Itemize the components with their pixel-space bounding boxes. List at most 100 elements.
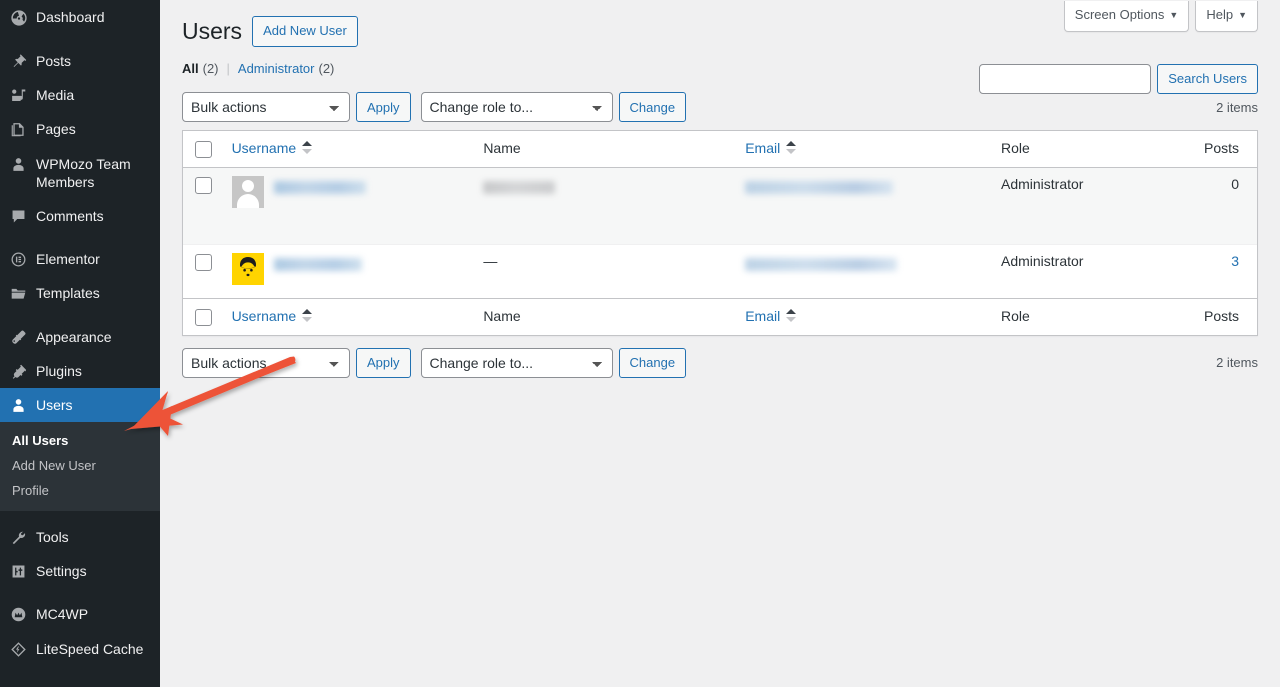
search-users-button[interactable]: Search Users bbox=[1157, 64, 1258, 94]
column-header-name: Name bbox=[473, 131, 736, 168]
submenu-item-label: All Users bbox=[12, 433, 69, 449]
tablenav-bottom: Bulk actionsDelete Apply Change role to.… bbox=[182, 347, 1258, 378]
sidebar-item-label: Elementor bbox=[36, 251, 100, 268]
submenu-item-all-users[interactable]: All Users bbox=[0, 428, 160, 453]
sidebar-separator bbox=[0, 311, 160, 320]
sidebar-item-posts[interactable]: Posts bbox=[0, 44, 160, 78]
help-button[interactable]: Help ▼ bbox=[1195, 1, 1258, 32]
row-name-cell: — bbox=[473, 245, 735, 298]
sidebar-item-label: Tools bbox=[36, 529, 69, 546]
main-content: Screen Options ▼ Help ▼ Users Add New User… bbox=[160, 0, 1280, 687]
sort-email-link-footer[interactable]: Email bbox=[745, 307, 797, 324]
sidebar-item-settings[interactable]: Settings bbox=[0, 554, 160, 588]
sidebar-item-users[interactable]: Users bbox=[0, 387, 160, 423]
sidebar-item-elementor[interactable]: Elementor bbox=[0, 242, 160, 276]
bulk-actions-group-top: Bulk actionsDelete Apply bbox=[182, 92, 411, 123]
chevron-down-icon: ▼ bbox=[1169, 10, 1179, 20]
bulk-actions-select-top[interactable]: Bulk actionsDelete bbox=[182, 92, 350, 123]
select-all-checkbox-footer[interactable] bbox=[195, 308, 212, 326]
change-role-group-bottom: Change role to...AdministratorEditorAuth… bbox=[420, 347, 687, 378]
filter-administrator: Administrator (2) bbox=[238, 61, 334, 76]
column-label-role: Role bbox=[1001, 140, 1030, 157]
filter-divider: | bbox=[226, 61, 230, 77]
bulk-actions-group-bottom: Bulk actionsDelete Apply bbox=[182, 347, 411, 378]
change-role-select-bottom[interactable]: Change role to...AdministratorEditorAuth… bbox=[420, 347, 613, 378]
sort-email-link[interactable]: Email bbox=[745, 140, 797, 156]
name-dash: — bbox=[483, 252, 498, 269]
column-label-email: Email bbox=[745, 307, 781, 324]
plug-icon bbox=[10, 362, 36, 380]
dashboard-icon bbox=[10, 8, 36, 27]
pages-icon bbox=[10, 120, 36, 138]
submenu-item-add-new-user[interactable]: Add New User bbox=[0, 453, 160, 478]
change-button-top[interactable]: Change bbox=[618, 92, 687, 123]
sidebar-separator bbox=[0, 35, 160, 44]
litespeed-icon bbox=[10, 640, 36, 658]
brush-icon bbox=[10, 328, 36, 346]
comment-icon bbox=[10, 207, 36, 225]
submenu-item-profile[interactable]: Profile bbox=[0, 478, 160, 503]
sidebar-item-plugins[interactable]: Plugins bbox=[0, 354, 160, 388]
apply-button-top[interactable]: Apply bbox=[356, 92, 411, 123]
column-footer-role: Role bbox=[991, 297, 1174, 335]
sidebar-item-label: Posts bbox=[36, 53, 72, 69]
pin-icon bbox=[10, 52, 36, 70]
column-footer-posts: Posts bbox=[1173, 297, 1257, 335]
column-footer-email: Email bbox=[735, 297, 991, 335]
sidebar-item-label: Settings bbox=[36, 563, 87, 580]
username-redacted[interactable] bbox=[273, 180, 366, 194]
row-checkbox[interactable] bbox=[195, 176, 212, 194]
sidebar-item-label: Comments bbox=[36, 207, 104, 224]
wrench-icon bbox=[10, 528, 36, 546]
admin-sidebar: Dashboard Posts Media Pages WPMozo Team … bbox=[0, 0, 160, 687]
sort-indicator-icon bbox=[302, 140, 313, 156]
sidebar-item-appearance[interactable]: Appearance bbox=[0, 320, 160, 354]
row-select-cell bbox=[183, 245, 222, 298]
column-label-role: Role bbox=[1001, 307, 1030, 324]
bulk-actions-select-bottom[interactable]: Bulk actionsDelete bbox=[182, 347, 350, 378]
posts-count-link[interactable]: 3 bbox=[1231, 253, 1239, 269]
sidebar-item-comments[interactable]: Comments bbox=[0, 199, 160, 233]
sidebar-item-label: Users bbox=[36, 396, 73, 413]
sort-username-link[interactable]: Username bbox=[232, 140, 313, 156]
change-button-bottom[interactable]: Change bbox=[618, 347, 687, 378]
screen-options-button[interactable]: Screen Options ▼ bbox=[1063, 1, 1190, 32]
sidebar-item-label: WPMozo Team Members bbox=[36, 155, 131, 190]
filter-administrator-link[interactable]: Administrator bbox=[238, 61, 315, 76]
change-role-select-top[interactable]: Change role to...AdministratorEditorAuth… bbox=[420, 92, 613, 123]
column-label-username: Username bbox=[231, 307, 297, 324]
sidebar-item-pages[interactable]: Pages bbox=[0, 112, 160, 146]
select-all-footer-header bbox=[183, 297, 222, 335]
elementor-icon bbox=[10, 250, 36, 268]
email-redacted[interactable] bbox=[745, 180, 894, 194]
users-table: Username Name Email Role Posts Administr… bbox=[182, 130, 1258, 336]
column-header-username: Username bbox=[221, 131, 474, 168]
sidebar-separator bbox=[0, 233, 160, 242]
sort-username-link-footer[interactable]: Username bbox=[232, 308, 313, 324]
sidebar-item-dashboard[interactable]: Dashboard bbox=[0, 0, 160, 35]
sidebar-item-litespeed-cache[interactable]: LiteSpeed Cache bbox=[0, 632, 160, 666]
select-all-checkbox[interactable] bbox=[195, 140, 212, 158]
username-redacted[interactable] bbox=[273, 257, 362, 271]
sidebar-item-tools[interactable]: Tools bbox=[0, 520, 160, 554]
add-new-user-button[interactable]: Add New User bbox=[252, 16, 358, 48]
sidebar-item-templates[interactable]: Templates bbox=[0, 276, 160, 310]
sidebar-item-mc4wp[interactable]: MC4WP bbox=[0, 597, 160, 631]
submenu-item-label: Add New User bbox=[12, 458, 96, 474]
sidebar-item-label: Plugins bbox=[36, 362, 82, 379]
sidebar-item-wpmozo-team-members[interactable]: WPMozo Team Members bbox=[0, 147, 160, 199]
filter-all-link[interactable]: All bbox=[182, 61, 199, 76]
column-header-posts: Posts bbox=[1173, 131, 1257, 168]
row-checkbox[interactable] bbox=[195, 253, 212, 271]
sidebar-item-label: Appearance bbox=[36, 328, 112, 345]
column-label-username: Username bbox=[231, 140, 297, 157]
row-email-cell bbox=[735, 168, 991, 245]
email-redacted[interactable] bbox=[745, 257, 898, 271]
users-icon bbox=[10, 396, 36, 414]
search-input[interactable] bbox=[979, 64, 1152, 94]
sidebar-item-label: MC4WP bbox=[36, 606, 89, 623]
row-role-cell: Administrator bbox=[1001, 252, 1084, 269]
sidebar-item-label: Dashboard bbox=[36, 9, 105, 25]
sidebar-item-media[interactable]: Media bbox=[0, 78, 160, 112]
apply-button-bottom[interactable]: Apply bbox=[356, 347, 411, 378]
